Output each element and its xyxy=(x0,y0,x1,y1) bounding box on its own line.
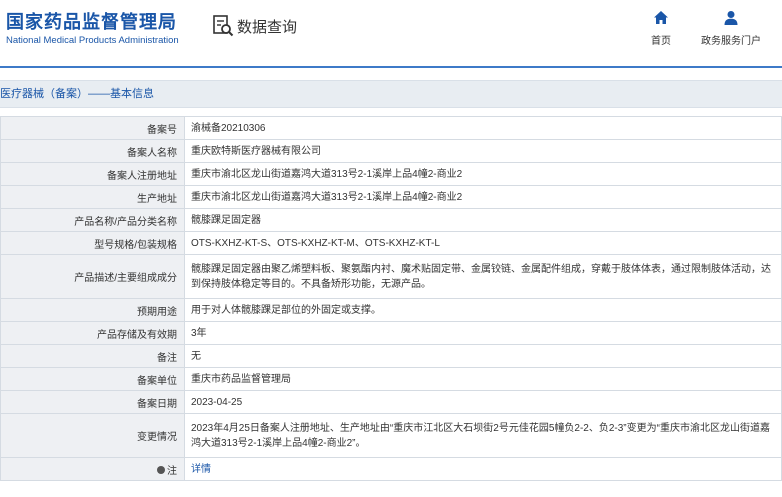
row-label: 预期用途 xyxy=(0,298,185,322)
data-query-label: 数据查询 xyxy=(237,18,298,36)
row-label: 备案人名称 xyxy=(0,139,185,163)
table-row: 产品名称/产品分类名称 髋膝踝足固定器 xyxy=(0,208,782,232)
note-icon xyxy=(157,465,165,474)
row-value: 髋膝踝足固定器 xyxy=(184,208,782,232)
home-icon xyxy=(654,11,668,24)
row-value: 重庆市渝北区龙山街道嘉鸿大道313号2-1溪岸上品4幢2-商业2 xyxy=(184,185,782,209)
breadcrumb: 医疗器械（备案）——基本信息 xyxy=(0,80,782,108)
row-value: OTS-KXHZ-KT-S、OTS-KXHZ-KT-M、OTS-KXHZ-KT-… xyxy=(184,231,782,255)
table-row: 产品存储及有效期 3年 xyxy=(0,321,782,345)
row-label: 备案日期 xyxy=(0,390,185,414)
nav-home-label: 首页 xyxy=(651,36,671,47)
table-row: 备注 无 xyxy=(0,344,782,368)
table-row: 备案单位 重庆市药品监督管理局 xyxy=(0,367,782,391)
row-value: 髋膝踝足固定器由聚乙烯塑料板、聚氨酯内衬、魔术贴固定带、金属铰链、金属配件组成，… xyxy=(184,254,782,299)
row-value: 重庆欧特斯医疗器械有限公司 xyxy=(184,139,782,163)
table-row: 备案人名称 重庆欧特斯医疗器械有限公司 xyxy=(0,139,782,163)
row-value: 渝械备20210306 xyxy=(184,116,782,140)
table-row: 型号规格/包装规格 OTS-KXHZ-KT-S、OTS-KXHZ-KT-M、OT… xyxy=(0,231,782,255)
site-header: 国家药品监督管理局 National Medical Products Admi… xyxy=(0,0,782,66)
table-row: 备案人注册地址 重庆市渝北区龙山街道嘉鸿大道313号2-1溪岸上品4幢2-商业2 xyxy=(0,162,782,186)
row-label: 产品描述/主要组成成分 xyxy=(0,254,185,299)
row-label: 变更情况 xyxy=(0,413,185,458)
row-value: 重庆市渝北区龙山街道嘉鸿大道313号2-1溪岸上品4幢2-商业2 xyxy=(184,162,782,186)
note-row-label: 注 xyxy=(0,457,185,481)
header-divider xyxy=(0,66,782,68)
table-row: 产品描述/主要组成成分 髋膝踝足固定器由聚乙烯塑料板、聚氨酯内衬、魔术贴固定带、… xyxy=(0,254,782,299)
user-icon xyxy=(724,11,738,25)
nav-home[interactable]: 首页 xyxy=(646,10,676,47)
row-value: 用于对人体髋膝踝足部位的外固定或支撑。 xyxy=(184,298,782,322)
row-label: 型号规格/包装规格 xyxy=(0,231,185,255)
row-label: 产品存储及有效期 xyxy=(0,321,185,345)
row-label: 备案人注册地址 xyxy=(0,162,185,186)
brand-title-cn[interactable]: 国家药品监督管理局 xyxy=(6,8,177,34)
row-label: 备案单位 xyxy=(0,367,185,391)
row-label: 生产地址 xyxy=(0,185,185,209)
table-row: 注 详情 xyxy=(0,457,782,481)
row-value: 3年 xyxy=(184,321,782,345)
nav-portal-label: 政务服务门户 xyxy=(701,36,761,47)
brand-title-en[interactable]: National Medical Products Administration xyxy=(6,35,179,46)
table-row: 备案号 渝械备20210306 xyxy=(0,116,782,140)
row-label: 产品名称/产品分类名称 xyxy=(0,208,185,232)
row-value: 2023年4月25日备案人注册地址、生产地址由“重庆市江北区大石坝街2号元佳花园… xyxy=(184,413,782,458)
table-row: 备案日期 2023-04-25 xyxy=(0,390,782,414)
row-value: 重庆市药品监督管理局 xyxy=(184,367,782,391)
document-search-icon xyxy=(213,15,234,37)
data-query-title[interactable]: 数据查询 xyxy=(212,14,297,38)
note-row-value: 详情 xyxy=(184,457,782,481)
row-label: 备注 xyxy=(0,344,185,368)
table-row: 生产地址 重庆市渝北区龙山街道嘉鸿大道313号2-1溪岸上品4幢2-商业2 xyxy=(0,185,782,209)
details-link[interactable]: 详情 xyxy=(191,464,211,475)
note-label-text: 注 xyxy=(167,465,177,477)
table-row: 预期用途 用于对人体髋膝踝足部位的外固定或支撑。 xyxy=(0,298,782,322)
nav-service-portal[interactable]: 政务服务门户 xyxy=(698,10,764,47)
row-label: 备案号 xyxy=(0,116,185,140)
row-value: 2023-04-25 xyxy=(184,390,782,414)
record-info-table: 备案号 渝械备20210306 备案人名称 重庆欧特斯医疗器械有限公司 备案人注… xyxy=(0,116,782,481)
row-value: 无 xyxy=(184,344,782,368)
table-row: 变更情况 2023年4月25日备案人注册地址、生产地址由“重庆市江北区大石坝街2… xyxy=(0,413,782,458)
